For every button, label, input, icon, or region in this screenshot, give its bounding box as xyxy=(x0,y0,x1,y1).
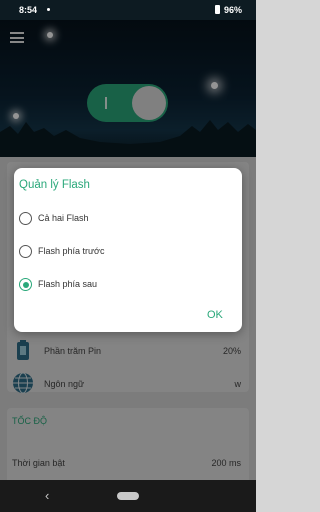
option-front-flash[interactable]: Flash phía trước xyxy=(19,242,229,264)
battery-percent: 96% xyxy=(224,5,243,15)
radio-unchecked xyxy=(19,245,32,258)
option-label: Cả hai Flash xyxy=(38,213,89,223)
battery-status-icon xyxy=(215,5,220,14)
home-icon[interactable] xyxy=(117,492,139,500)
notification-dot-icon xyxy=(47,8,50,11)
option-label: Flash phía sau xyxy=(38,279,98,289)
back-icon[interactable]: ‹ xyxy=(45,488,49,503)
radio-unchecked xyxy=(19,212,32,225)
radio-checked xyxy=(19,278,32,291)
status-time: 8:54 xyxy=(19,5,38,15)
status-bar: 8:54 96% xyxy=(0,0,256,20)
ok-button[interactable]: OK xyxy=(207,309,223,321)
option-rear-flash[interactable]: Flash phía sau xyxy=(19,275,229,297)
dialog-title: Quản lý Flash xyxy=(19,179,90,191)
flash-manager-dialog: Quản lý Flash Cả hai Flash Flash phía tr… xyxy=(14,168,242,332)
option-label: Flash phía trước xyxy=(38,246,105,256)
navigation-bar: ‹ xyxy=(0,480,256,512)
option-both-flash[interactable]: Cả hai Flash xyxy=(19,209,229,231)
